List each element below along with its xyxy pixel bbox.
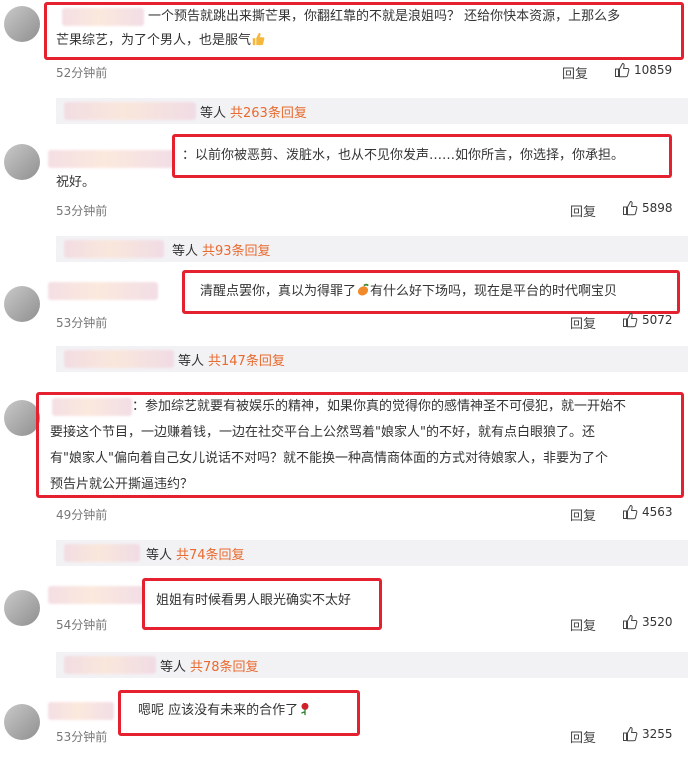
like-button[interactable]: 4563 [622,504,673,520]
rose-icon [301,702,309,716]
comment-text: 预告片就公开撕逼违约？ [50,477,194,492]
reply-people: 等人 [172,244,199,259]
avatar[interactable] [4,286,40,322]
comment-text: 姐姐有时候看男人眼光确实不太好 [156,593,352,608]
reply-button[interactable]: 回复 [562,63,588,82]
avatar[interactable] [4,590,40,626]
comment-text: 嗯呢 应该没有未来的合作了 [138,700,312,722]
username-blurred [64,350,174,368]
reply-summary[interactable]: 等人 共78条回复 [56,652,688,678]
thumbs-up-icon [623,726,638,742]
like-button[interactable]: 5898 [622,200,673,216]
reply-button[interactable]: 回复 [570,201,596,220]
comment-text: ：以前你被恶剪、泼脏水，也从不见你发声……如你所言，你选择，你承担。 [182,148,625,163]
timestamp: 49分钟前 [56,508,108,522]
comment-text: 有"娘家人"偏向着自己女儿说话不对吗？就不能换一种高情商体面的方式对待娘家人，非… [50,451,608,466]
comment-text: ：参加综艺就要有被娱乐的精神，如果你真的觉得你的感情神圣不可侵犯，就一开始不 [132,399,627,414]
reply-people: 等人 [200,106,227,121]
reply-button[interactable]: 回复 [570,615,596,634]
like-count: 3520 [642,615,673,629]
reply-count-link[interactable]: 共74条回复 [176,548,245,563]
comment-text: 清醒点罢你，真以为得罪了 有什么好下场吗，现在是平台的时代啊宝贝 [200,283,618,299]
like-count: 3255 [642,727,673,741]
like-button[interactable]: 10859 [614,62,672,78]
reply-button[interactable]: 回复 [570,727,596,746]
like-button[interactable]: 3255 [622,726,673,742]
thumbs-up-icon [623,504,638,520]
like-count: 4563 [642,505,673,519]
reply-count-link[interactable]: 共78条回复 [190,660,259,675]
timestamp: 52分钟前 [56,66,108,80]
timestamp: 53分钟前 [56,730,108,744]
username-blurred[interactable] [48,150,174,168]
reply-people: 等人 [160,660,187,675]
comment-text: 一个预告就跳出来撕芒果，你翻红靠的不就是浪姐吗？ 还给你快本资源，上那么多 [148,9,621,24]
timestamp: 53分钟前 [56,316,108,330]
like-button[interactable]: 5072 [622,312,673,328]
comment-text: 要接这个节目，一边赚着钱，一边在社交平台上公然骂着"娘家人"的不好，就有点白眼狼… [50,425,595,440]
like-button[interactable]: 3520 [622,614,673,630]
like-count: 5072 [642,313,673,327]
username-blurred[interactable] [48,586,144,604]
thumbs-up-icon [623,614,638,630]
avatar[interactable] [4,144,40,180]
reply-people: 等人 [146,548,173,563]
timestamp: 54分钟前 [56,618,108,632]
thumbs-up-icon [623,200,638,216]
username-blurred [64,656,156,674]
comment-text: 祝好。 [56,175,96,190]
avatar[interactable] [4,400,40,436]
like-count: 5898 [642,201,673,215]
reply-button[interactable]: 回复 [570,313,596,332]
timestamp: 53分钟前 [56,204,108,218]
reply-count-link[interactable]: 共93条回复 [202,244,271,259]
reply-count-link[interactable]: 共263条回复 [230,106,307,121]
like-count: 10859 [634,63,673,77]
reply-people: 等人 [178,354,205,369]
avatar[interactable] [4,6,40,42]
username-blurred [64,240,164,258]
reply-summary[interactable]: 等人 共74条回复 [56,540,688,566]
mango-icon [357,283,369,296]
username-blurred[interactable] [48,702,114,720]
thumbs-up-icon [623,312,638,328]
username-blurred [64,544,140,562]
thumbs-up-icon [252,32,265,46]
username-blurred [64,102,196,120]
reply-summary[interactable]: 等人 共147条回复 [56,346,688,372]
reply-count-link[interactable]: 共147条回复 [208,354,285,369]
reply-summary[interactable]: 等人 共93条回复 [56,236,688,262]
reply-button[interactable]: 回复 [570,505,596,524]
avatar[interactable] [4,704,40,740]
reply-summary[interactable]: 等人 共263条回复 [56,98,688,124]
username-blurred[interactable] [48,282,158,300]
thumbs-up-icon [615,62,630,78]
comment-text: 芒果综艺，为了个男人，也是服气 [56,30,265,52]
